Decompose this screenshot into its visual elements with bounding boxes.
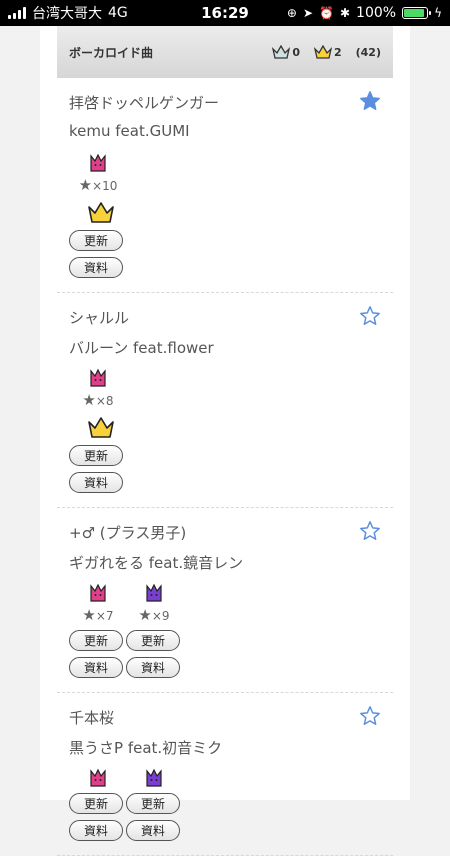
update-button-row: 更新	[69, 230, 381, 251]
update-button[interactable]: 更新	[69, 630, 123, 651]
song-title: +♂ (プラス男子)	[69, 524, 187, 542]
info-button-row: 資料	[69, 472, 381, 493]
info-button-row: 資料 資料	[69, 657, 381, 678]
gold-count: 2	[333, 46, 342, 59]
rotation-lock-icon: ⊕	[286, 6, 297, 20]
page: ボーカロイド曲 0 2 (42) 拝啓ドッペルゲンガー kemu feat.GU…	[40, 26, 410, 856]
star-count-value: ×9	[151, 609, 170, 623]
info-button-row: 資料	[69, 257, 381, 278]
star-count: ★×8	[82, 391, 113, 409]
silver-crown-icon	[272, 45, 291, 59]
gold-crown-icon	[88, 417, 114, 438]
purple-difficulty-icon	[146, 583, 162, 602]
favorite-star-icon[interactable]	[359, 90, 381, 112]
info-button[interactable]: 資料	[69, 472, 123, 493]
favorite-star-icon[interactable]	[359, 520, 381, 542]
star-count: ★×9	[138, 606, 169, 624]
info-button-row: 資料 資料	[69, 820, 381, 841]
update-button[interactable]: 更新	[69, 445, 123, 466]
song-item: 千本桜 黒うさP feat.初音ミク 更新 更新 資料 資料	[57, 693, 393, 856]
purple-difficulty-icon	[146, 768, 162, 787]
favorite-star-icon[interactable]	[359, 305, 381, 327]
difficulty: ★×7	[79, 582, 117, 624]
difficulty: ★×10	[79, 152, 117, 194]
battery-percent: 100%	[356, 5, 397, 21]
difficulty	[135, 767, 173, 787]
info-button[interactable]: 資料	[69, 257, 123, 278]
info-button[interactable]: 資料	[126, 820, 180, 841]
star-count: ★×7	[82, 606, 113, 624]
bluetooth-icon: ✱	[339, 6, 351, 20]
pink-difficulty-icon	[90, 153, 106, 172]
update-button-row: 更新 更新	[69, 793, 381, 814]
alarm-icon: ⏰	[319, 6, 334, 20]
difficulty-row: ★×8	[79, 367, 381, 409]
gold-crown-icon	[88, 202, 114, 223]
silver-count: 0	[292, 46, 300, 59]
battery-icon	[402, 7, 432, 19]
star-count-value: ×7	[95, 609, 114, 623]
difficulty	[79, 767, 117, 787]
update-button-row: 更新	[69, 445, 381, 466]
info-button[interactable]: 資料	[69, 820, 123, 841]
star-icon: ★	[78, 176, 93, 194]
star-icon: ★	[82, 606, 96, 624]
song-item: +♂ (プラス男子) ギガれをる feat.鏡音レン ★×7 ★×9 更新 更新 資…	[57, 508, 393, 693]
charging-icon: ϟ	[434, 6, 442, 20]
difficulty-row	[79, 767, 381, 787]
network-type: 4G	[108, 5, 128, 21]
difficulty-row: ★×10	[79, 152, 381, 194]
info-button[interactable]: 資料	[69, 657, 123, 678]
difficulty: ★×8	[79, 367, 117, 409]
difficulty: ★×9	[135, 582, 173, 624]
star-icon: ★	[82, 391, 96, 409]
update-button-row: 更新 更新	[69, 630, 381, 651]
carrier: 台湾大哥大	[32, 6, 102, 22]
song-title: 拝啓ドッペルゲンガー	[69, 94, 220, 112]
update-button[interactable]: 更新	[69, 793, 123, 814]
signal-icon	[8, 7, 26, 19]
category-title: ボーカロイド曲	[69, 45, 154, 60]
list-header: ボーカロイド曲 0 2 (42)	[57, 26, 393, 78]
pink-difficulty-icon	[90, 583, 106, 602]
song-title: シャルル	[69, 309, 130, 327]
pink-difficulty-icon	[90, 768, 106, 787]
info-button[interactable]: 資料	[126, 657, 180, 678]
song-artist: kemu feat.GUMI	[69, 122, 190, 140]
star-count-value: ×10	[92, 179, 118, 193]
star-count: ★×10	[79, 176, 118, 194]
song-artist: ギガれをる feat.鏡音レン	[69, 554, 244, 572]
song-list: 拝啓ドッペルゲンガー kemu feat.GUMI ★×10 更新 資料 シャル…	[57, 78, 393, 856]
star-count-value: ×8	[95, 394, 114, 408]
update-button[interactable]: 更新	[69, 230, 123, 251]
gold-crown-icon	[313, 45, 332, 59]
update-button[interactable]: 更新	[126, 793, 180, 814]
update-button[interactable]: 更新	[126, 630, 180, 651]
song-title: 千本桜	[69, 709, 115, 727]
location-icon: ➤	[302, 6, 314, 20]
pink-difficulty-icon	[90, 368, 106, 387]
total-count: (42)	[355, 45, 381, 59]
star-icon: ★	[138, 606, 152, 624]
song-artist: バルーン feat.flower	[69, 339, 214, 357]
song-item: 拝啓ドッペルゲンガー kemu feat.GUMI ★×10 更新 資料	[57, 78, 393, 293]
song-artist: 黒うさP feat.初音ミク	[69, 739, 223, 757]
favorite-star-icon[interactable]	[359, 705, 381, 727]
status-bar: 台湾大哥大 4G 16:29 ⊕ ➤ ⏰ ✱ 100% ϟ	[0, 0, 450, 26]
song-item: シャルル バルーン feat.flower ★×8 更新 資料	[57, 293, 393, 508]
difficulty-row: ★×7 ★×9	[79, 582, 381, 624]
